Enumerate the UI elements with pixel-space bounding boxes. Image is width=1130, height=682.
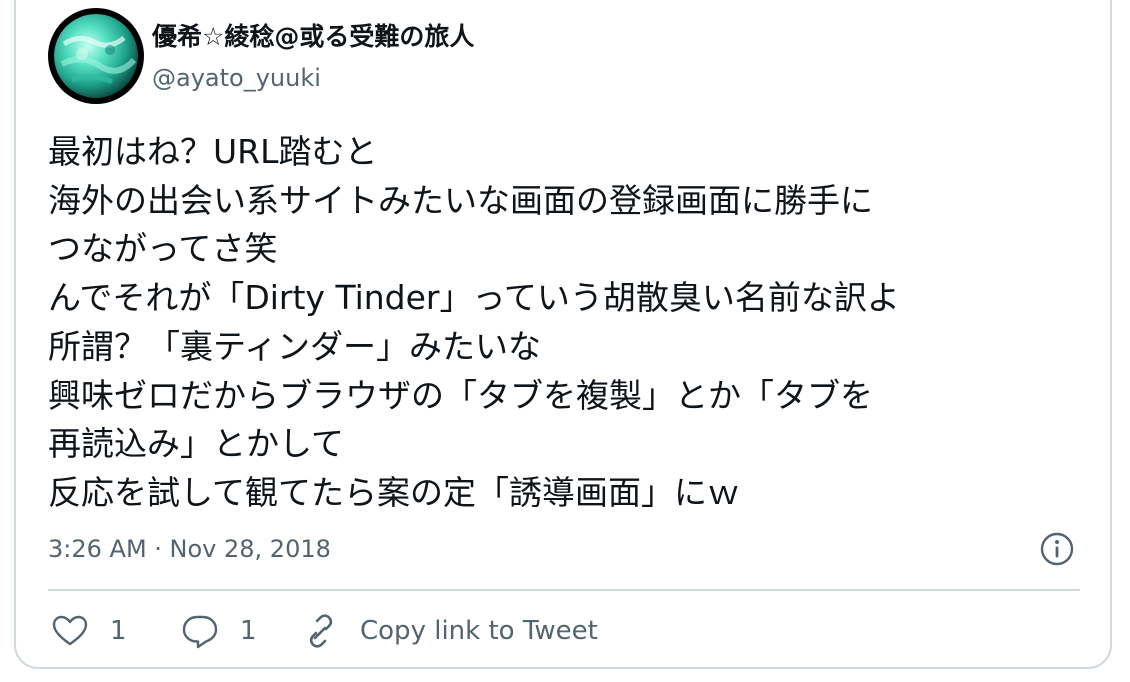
- heart-icon: [50, 611, 90, 651]
- copy-link-label: Copy link to Tweet: [360, 616, 598, 646]
- tweet-line: 反応を試して観てたら案の定「誘導画面」にｗ: [48, 472, 741, 512]
- speech-bubble-icon: [180, 611, 220, 651]
- tweet-timestamp[interactable]: 3:26 AM · Nov 28, 2018: [48, 531, 331, 567]
- display-name[interactable]: 優希☆綾稔@或る受難の旅人: [152, 20, 474, 54]
- info-icon[interactable]: [1039, 531, 1075, 567]
- copy-link-button[interactable]: Copy link to Tweet: [298, 610, 598, 652]
- tweet-line: つながってさ笑: [48, 229, 278, 269]
- avatar-image: [54, 14, 138, 98]
- user-handle[interactable]: @ayato_yuuki: [152, 61, 321, 95]
- link-icon: [298, 611, 338, 651]
- tweet-line: 再読込み」とかして: [48, 424, 345, 464]
- tweet-line: 興味ゼロだからブラウザの「タブを複製」とか「タブを: [48, 375, 873, 415]
- tweet-line: んでそれが「Dirty Tinder」っていう胡散臭い名前な訳よ: [48, 278, 900, 318]
- reply-button[interactable]: 1: [180, 610, 257, 652]
- tweet-line: 最初はね？URL踏むと: [48, 132, 378, 171]
- like-button[interactable]: 1: [50, 610, 127, 652]
- like-count: 1: [110, 616, 127, 646]
- tweet-text: 最初はね？URL踏むと 海外の出会い系サイトみたいな画面の登録画面に勝手に つな…: [48, 128, 1098, 518]
- avatar[interactable]: [48, 8, 144, 104]
- tweet-line: 所謂？「裏ティンダー」みたいな: [48, 326, 542, 366]
- tweet-line: 海外の出会い系サイトみたいな画面の登録画面に勝手に: [48, 180, 873, 220]
- divider: [48, 589, 1080, 591]
- reply-count: 1: [240, 616, 257, 646]
